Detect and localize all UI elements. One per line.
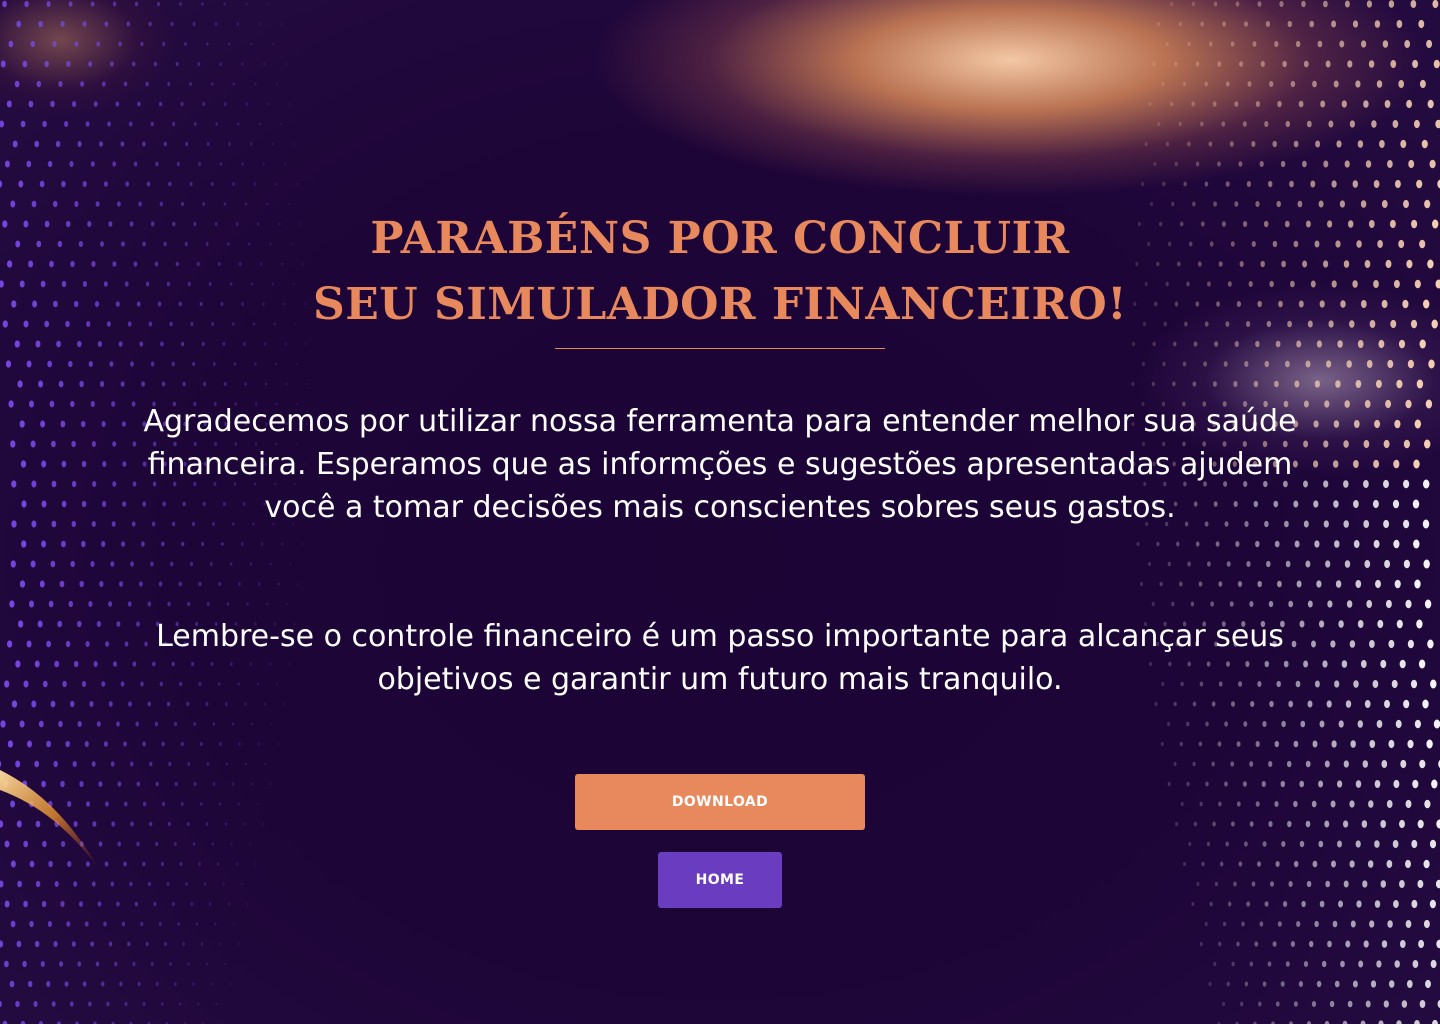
thank-you-paragraph: Agradecemos por utilizar nossa ferrament… bbox=[143, 404, 1297, 525]
download-button[interactable]: DOWNLOAD bbox=[575, 774, 865, 830]
title-line-1: PARABÉNS POR CONCLUIR bbox=[370, 213, 1070, 264]
page: PARABÉNS POR CONCLUIR SEU SIMULADOR FINA… bbox=[0, 0, 1440, 1024]
home-button[interactable]: HOME bbox=[658, 852, 782, 908]
title-line-2: SEU SIMULADOR FINANCEIRO! bbox=[312, 279, 1128, 330]
title-divider bbox=[555, 348, 885, 349]
main-content: PARABÉNS POR CONCLUIR SEU SIMULADOR FINA… bbox=[0, 0, 1440, 1024]
reminder-paragraph: Lembre-se o controle financeiro é um pas… bbox=[156, 619, 1284, 697]
page-title: PARABÉNS POR CONCLUIR SEU SIMULADOR FINA… bbox=[220, 206, 1220, 338]
